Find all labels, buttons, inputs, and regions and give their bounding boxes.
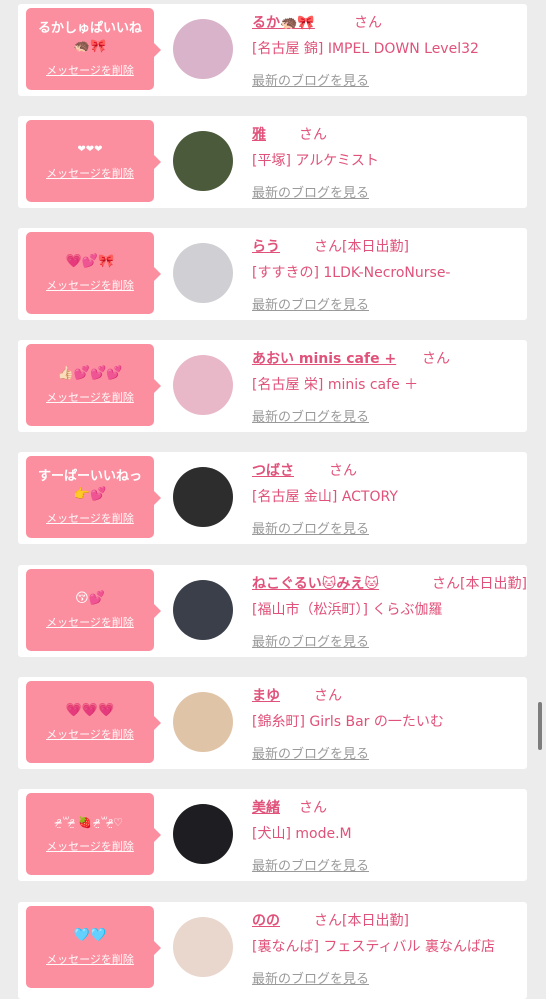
message-text: ❤❤❤: [77, 144, 103, 155]
message-text: 💗💕🎀: [65, 254, 115, 269]
message-text: 💗💗💗: [65, 703, 115, 718]
profile-name-link[interactable]: あおい minis cafe +: [252, 348, 396, 368]
honorific: さん: [354, 15, 382, 31]
avatar[interactable]: [173, 917, 233, 977]
message-bubble: 🩵🩵 メッセージを削除: [26, 906, 161, 988]
list-item: ᵒ̴̶̷̤꒳ᵒ̴̶̷̤ 🍓 ᵒ̴̶̷̤꒳ᵒ̴̶̷̤♡ メッセージを削除 美緒 さ…: [18, 789, 527, 881]
list-item: ❤❤❤ メッセージを削除 雅 さん [平塚] アルケミスト 最新のブログを見る: [18, 116, 527, 208]
shop-label: [名古屋 栄] minis cafe ＋: [252, 377, 419, 393]
avatar[interactable]: [173, 19, 233, 79]
list-item: るかしゅぱいいね 🦔🎀 メッセージを削除 るか🦔🎀 さん [名古屋 錦] IMP…: [18, 4, 527, 96]
latest-blog-link[interactable]: 最新のブログを見る: [252, 968, 369, 987]
profile-name-link[interactable]: のの: [252, 910, 280, 930]
honorific: さん[本日出勤]: [314, 239, 409, 255]
latest-blog-link[interactable]: 最新のブログを見る: [252, 182, 369, 201]
profile-name-link[interactable]: つばさ: [252, 460, 294, 480]
list-item: すーぱーいいねっ 👉💕 メッセージを削除 つばさ さん [名古屋 金山] ACT…: [18, 452, 527, 544]
shop-label: [すすきの] 1LDK-NecroNurse-: [252, 265, 451, 281]
message-text: 😚💕: [75, 591, 105, 606]
list-item: 🩵🩵 メッセージを削除 のの さん[本日出勤] [裏なんば] フェスティバル 裏…: [18, 902, 527, 999]
message-text: ᵒ̴̶̷̤꒳ᵒ̴̶̷̤ 🍓 ᵒ̴̶̷̤꒳ᵒ̴̶̷̤♡: [57, 816, 123, 829]
list-item: 💗💗💗 メッセージを削除 まゆ さん [錦糸町] Girls Bar の一たいむ…: [18, 677, 527, 769]
latest-blog-link[interactable]: 最新のブログを見る: [252, 294, 369, 313]
message-text: 🩵🩵: [73, 928, 107, 943]
delete-message-link[interactable]: メッセージを削除: [46, 838, 134, 854]
profile-name-link[interactable]: るか🦔🎀: [252, 12, 315, 32]
message-text: すーぱーいいねっ 👉💕: [37, 469, 142, 502]
delete-message-link[interactable]: メッセージを削除: [46, 62, 134, 78]
profile-name-link[interactable]: 雅: [252, 124, 266, 144]
delete-message-link[interactable]: メッセージを削除: [46, 614, 134, 630]
shop-label: [名古屋 錦] IMPEL DOWN Level32: [252, 41, 479, 57]
shop-label: [平塚] アルケミスト: [252, 153, 379, 169]
honorific: さん: [314, 688, 342, 704]
shop-label: [犬山] mode.M: [252, 826, 352, 842]
avatar[interactable]: [173, 355, 233, 415]
avatar[interactable]: [173, 131, 233, 191]
honorific: さん: [329, 463, 357, 479]
honorific: さん: [299, 127, 327, 143]
message-text: 👍🏻💕💕💕: [57, 366, 123, 381]
latest-blog-link[interactable]: 最新のブログを見る: [252, 631, 369, 650]
latest-blog-link[interactable]: 最新のブログを見る: [252, 743, 369, 762]
delete-message-link[interactable]: メッセージを削除: [46, 726, 134, 742]
message-bubble: 👍🏻💕💕💕 メッセージを削除: [26, 344, 161, 426]
message-bubble: すーぱーいいねっ 👉💕 メッセージを削除: [26, 456, 161, 538]
list-item: 😚💕 メッセージを削除 ねこぐるい🐱みえ🐱 さん[本日出勤] [福山市（松浜町）…: [18, 565, 527, 657]
message-bubble: 💗💗💗 メッセージを削除: [26, 681, 161, 763]
delete-message-link[interactable]: メッセージを削除: [46, 165, 134, 181]
shop-label: [裏なんば] フェスティバル 裏なんば店: [252, 939, 495, 955]
profile-name-link[interactable]: まゆ: [252, 685, 280, 705]
latest-blog-link[interactable]: 最新のブログを見る: [252, 855, 369, 874]
message-bubble: 💗💕🎀 メッセージを削除: [26, 232, 161, 314]
profile-name-link[interactable]: ねこぐるい🐱みえ🐱: [252, 573, 379, 593]
avatar[interactable]: [173, 580, 233, 640]
shop-label: [錦糸町] Girls Bar の一たいむ: [252, 714, 444, 730]
avatar[interactable]: [173, 692, 233, 752]
shop-label: [名古屋 金山] ACTORY: [252, 489, 398, 505]
delete-message-link[interactable]: メッセージを削除: [46, 389, 134, 405]
message-bubble: ᵒ̴̶̷̤꒳ᵒ̴̶̷̤ 🍓 ᵒ̴̶̷̤꒳ᵒ̴̶̷̤♡ メッセージを削除: [26, 793, 161, 875]
profile-name-link[interactable]: らう: [252, 236, 280, 256]
avatar[interactable]: [173, 804, 233, 864]
delete-message-link[interactable]: メッセージを削除: [46, 277, 134, 293]
scrollbar-thumb[interactable]: [538, 702, 542, 750]
message-bubble: ❤❤❤ メッセージを削除: [26, 120, 161, 202]
shop-label: [福山市（松浜町）] くらぶ伽羅: [252, 602, 443, 618]
avatar[interactable]: [173, 467, 233, 527]
message-bubble: 😚💕 メッセージを削除: [26, 569, 161, 651]
message-text: るかしゅぱいいね 🦔🎀: [37, 21, 142, 54]
list-item: 💗💕🎀 メッセージを削除 らう さん[本日出勤] [すすきの] 1LDK-Nec…: [18, 228, 527, 320]
delete-message-link[interactable]: メッセージを削除: [46, 951, 134, 967]
message-list: るかしゅぱいいね 🦔🎀 メッセージを削除 るか🦔🎀 さん [名古屋 錦] IMP…: [0, 0, 546, 999]
latest-blog-link[interactable]: 最新のブログを見る: [252, 518, 369, 537]
message-bubble: るかしゅぱいいね 🦔🎀 メッセージを削除: [26, 8, 161, 90]
list-item: 👍🏻💕💕💕 メッセージを削除 あおい minis cafe + さん [名古屋 …: [18, 340, 527, 432]
profile-name-link[interactable]: 美緒: [252, 797, 280, 817]
honorific: さん[本日出勤]: [314, 913, 409, 929]
honorific: さん[本日出勤]: [432, 576, 527, 592]
latest-blog-link[interactable]: 最新のブログを見る: [252, 70, 369, 89]
avatar[interactable]: [173, 243, 233, 303]
latest-blog-link[interactable]: 最新のブログを見る: [252, 406, 369, 425]
delete-message-link[interactable]: メッセージを削除: [46, 510, 134, 526]
honorific: さん: [299, 800, 327, 816]
honorific: さん: [422, 351, 450, 367]
